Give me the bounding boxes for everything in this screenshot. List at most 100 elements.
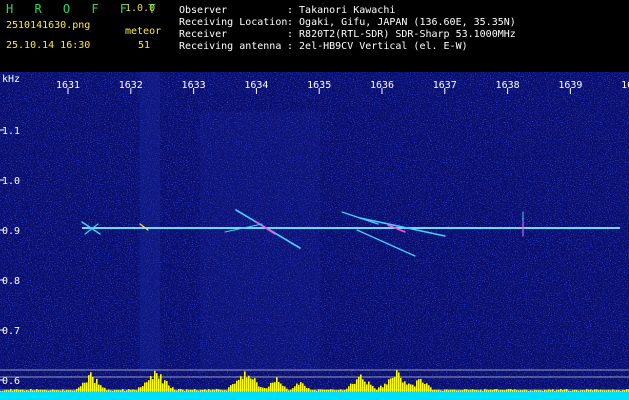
level-bar: [470, 389, 472, 392]
x-tick-label: 1636: [370, 80, 394, 91]
level-bar: [128, 389, 130, 392]
level-bar: [512, 390, 514, 392]
level-bar: [434, 389, 436, 392]
level-bar: [412, 384, 414, 392]
level-bar: [624, 390, 626, 392]
level-bar: [370, 384, 372, 392]
y-tick-label: 0.7: [2, 326, 20, 337]
level-bar: [80, 386, 82, 392]
level-bar: [282, 385, 284, 392]
level-bar: [516, 390, 518, 392]
level-bar: [168, 385, 170, 392]
level-bar: [76, 388, 78, 392]
level-bar: [602, 390, 604, 392]
level-bar: [482, 390, 484, 392]
level-bar: [124, 390, 126, 392]
level-bar: [622, 390, 624, 392]
level-bar: [198, 390, 200, 392]
level-bar: [290, 389, 292, 392]
level-bar: [86, 382, 88, 392]
level-bar: [424, 384, 426, 392]
x-tick-label: 1637: [433, 80, 457, 91]
level-bar: [50, 390, 52, 392]
level-bar: [360, 374, 362, 392]
level-bar: [56, 390, 58, 392]
level-bar: [126, 390, 128, 392]
level-bar: [62, 389, 64, 392]
level-bar: [608, 389, 610, 392]
level-bar: [294, 386, 296, 392]
level-bar: [30, 389, 32, 392]
level-bar: [362, 379, 364, 392]
level-bar: [28, 390, 30, 392]
level-bar: [186, 389, 188, 392]
level-bar: [472, 389, 474, 392]
level-bar: [374, 388, 376, 392]
level-bar: [104, 387, 106, 392]
level-bar: [556, 389, 558, 392]
level-bar: [614, 390, 616, 392]
x-tick-label: 1635: [307, 80, 331, 91]
noise-haze-left: [140, 72, 160, 372]
level-bar: [134, 389, 136, 392]
level-bar: [264, 387, 266, 392]
level-bar: [88, 375, 90, 392]
level-bar: [504, 390, 506, 392]
level-bar: [212, 389, 214, 392]
level-bar: [256, 382, 258, 392]
level-bar: [536, 390, 538, 392]
level-bar: [322, 389, 324, 392]
level-bar: [174, 389, 176, 392]
level-bar: [70, 390, 72, 392]
date-time: 25.10.14 16:30: [6, 40, 91, 51]
level-bar: [386, 384, 388, 392]
level-bar: [432, 390, 434, 392]
antenna-value: : 2el-HB9CV Vertical (el. E-W): [287, 41, 468, 52]
level-bar: [248, 375, 250, 392]
level-bar: [422, 382, 424, 392]
app-version: 1.0.0: [125, 3, 156, 14]
level-bar: [58, 390, 60, 392]
level-bar: [336, 390, 338, 392]
level-bar: [382, 387, 384, 392]
level-bar: [456, 390, 458, 392]
header-panel: H R O F F T 1.0.0 2510141630.png 25.10.1…: [0, 0, 629, 72]
level-bar: [514, 389, 516, 392]
x-tick-label: 1640: [621, 80, 629, 91]
level-bar: [18, 389, 20, 392]
level-bar: [442, 390, 444, 392]
level-bar: [114, 390, 116, 392]
level-bar: [2, 390, 4, 392]
level-bar: [580, 390, 582, 392]
level-bar: [346, 388, 348, 392]
level-bar: [246, 377, 248, 392]
level-bar: [92, 377, 94, 392]
level-bar: [146, 382, 148, 392]
level-bar: [358, 376, 360, 392]
level-bar: [398, 372, 400, 392]
level-bar: [312, 390, 314, 392]
level-bar: [166, 381, 168, 392]
level-bar: [252, 379, 254, 392]
level-bar: [618, 390, 620, 392]
level-bar: [368, 381, 370, 392]
level-bar: [152, 379, 154, 392]
level-bar: [436, 389, 438, 392]
level-bar: [550, 389, 552, 392]
level-bar: [508, 389, 510, 392]
level-bar: [332, 389, 334, 392]
level-bar: [10, 389, 12, 392]
level-bar: [138, 387, 140, 392]
level-bar: [66, 389, 68, 392]
y-tick-label: 1.1: [2, 126, 20, 137]
level-bar: [214, 389, 216, 392]
level-bar: [240, 376, 242, 392]
level-bar: [576, 390, 578, 392]
level-bar: [26, 390, 28, 392]
level-bar: [498, 390, 500, 392]
level-bar: [268, 386, 270, 392]
level-bar: [438, 389, 440, 392]
level-bar: [426, 383, 428, 392]
level-bar: [200, 389, 202, 392]
level-bar: [40, 389, 42, 392]
